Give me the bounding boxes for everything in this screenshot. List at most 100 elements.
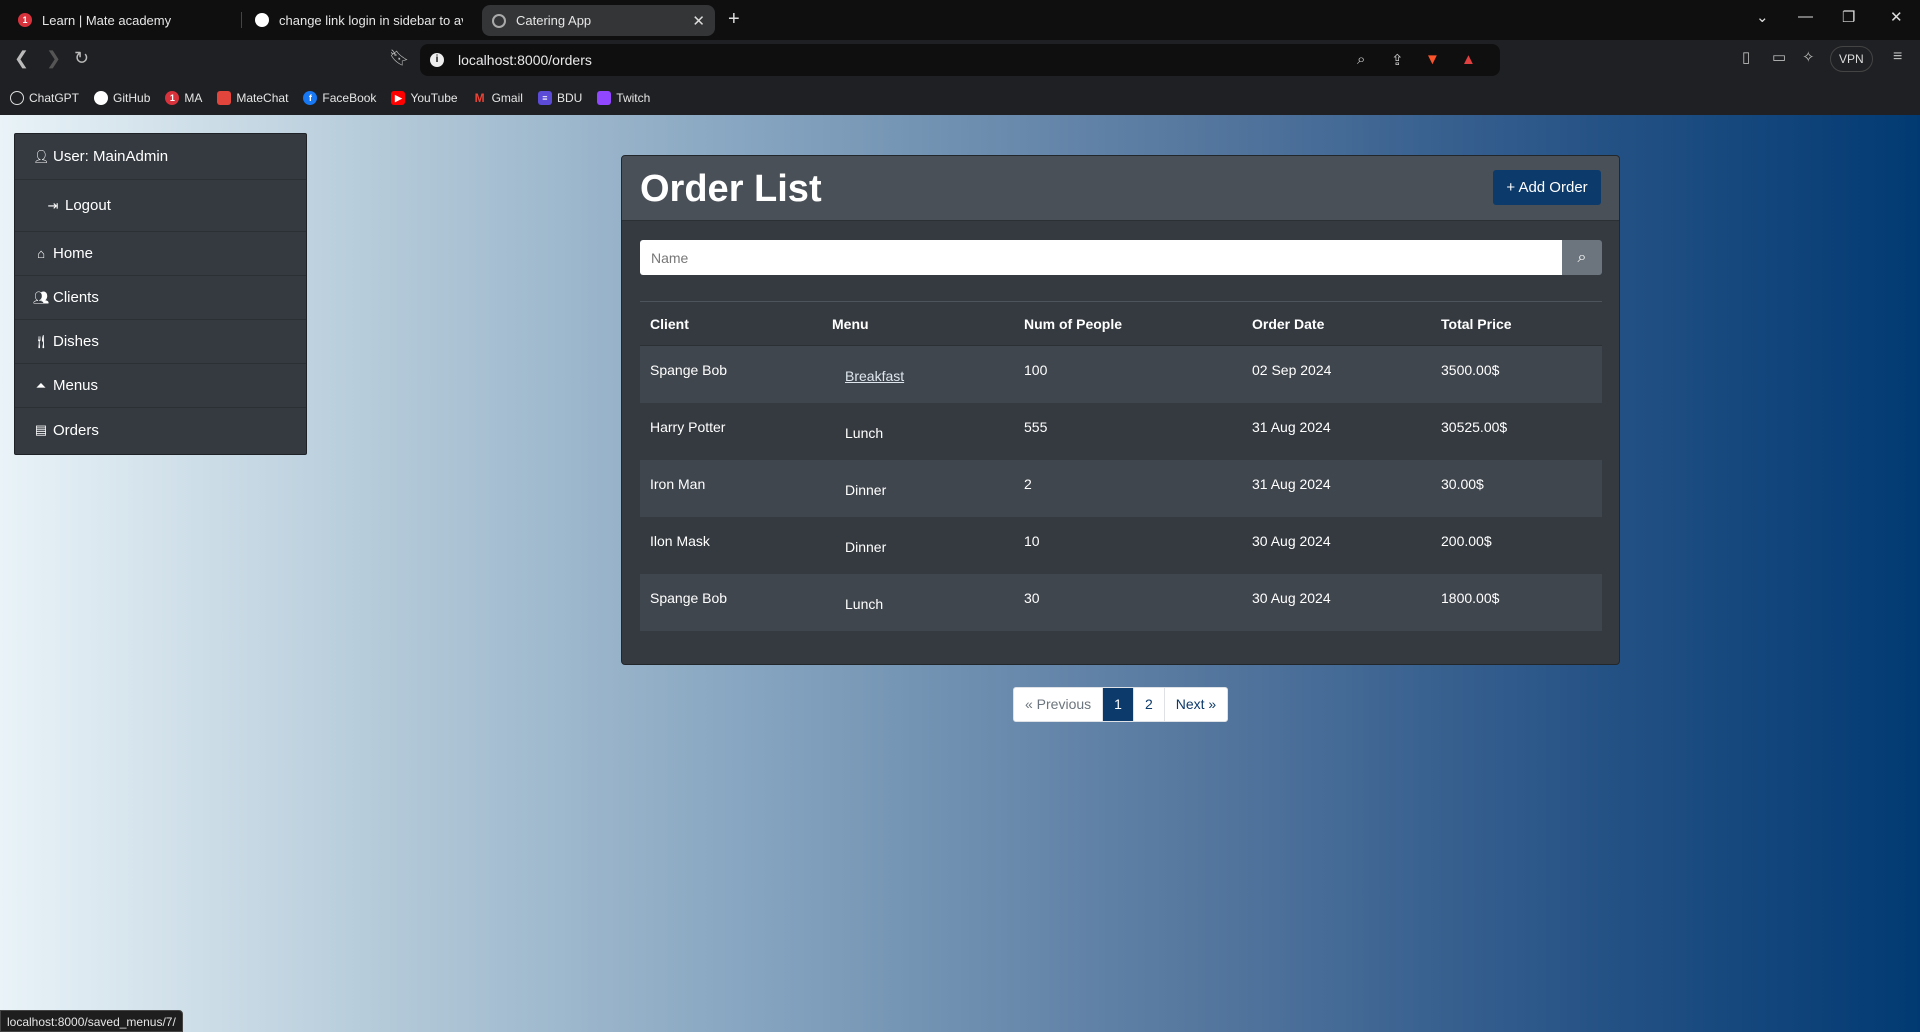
notification-badge-icon: 1 — [18, 13, 32, 27]
cell-people: 10 — [1024, 533, 1040, 549]
sidebar-item-orders[interactable]: ▤ Orders — [15, 408, 306, 452]
bdu-icon: ≡ — [537, 90, 552, 105]
site-info-icon[interactable]: i — [430, 53, 444, 67]
table-header-row: Client Menu Num of People Order Date Tot… — [640, 302, 1602, 346]
cell-price: 30.00$ — [1441, 476, 1484, 492]
sidebar-item-label: Dishes — [53, 333, 99, 350]
twitch-icon — [597, 90, 612, 105]
restore-button[interactable]: ❐ — [1842, 8, 1855, 26]
brave-shields-icon[interactable]: ▼ — [1425, 51, 1440, 68]
tab-github[interactable]: change link login in sidebar to avoid — [245, 4, 473, 36]
vpn-button[interactable]: VPN — [1830, 46, 1873, 72]
table-row: Iron Man Dinner 2 31 Aug 2024 30.00$ — [640, 460, 1602, 517]
cell-date: 30 Aug 2024 — [1252, 533, 1331, 549]
bookmark-youtube[interactable]: ▶ YouTube — [391, 90, 458, 105]
wallet-icon[interactable]: ▭ — [1772, 48, 1786, 66]
youtube-icon: ▶ — [391, 90, 406, 105]
tab-separator — [241, 12, 242, 28]
sidebar-item-label: Menus — [53, 377, 99, 394]
bookmark-label: ChatGPT — [29, 90, 80, 105]
sidebar-item-menus[interactable]: ⏶ Menus — [15, 364, 306, 408]
search-button[interactable]: ⌕ — [1562, 240, 1602, 275]
users-icon: 👥︎ — [33, 289, 50, 305]
pagination-page-1[interactable]: 1 — [1103, 688, 1134, 721]
bookmark-matechat[interactable]: MateChat — [217, 90, 288, 105]
cell-price: 30525.00$ — [1441, 419, 1508, 435]
bookmark-gmail[interactable]: M Gmail — [473, 91, 523, 105]
new-tab-button[interactable]: + — [728, 8, 740, 31]
cell-menu: Dinner — [845, 482, 887, 498]
cell-menu: Breakfast — [822, 346, 1014, 384]
sidebar-item-label: Home — [53, 245, 94, 262]
cell-menu: Lunch — [845, 425, 884, 441]
cell-client: Spange Bob — [650, 590, 728, 606]
status-bar-url: localhost:8000/saved_menus/7/ — [0, 1010, 183, 1032]
sidebar-item-logout[interactable]: ⇥ Logout — [15, 180, 306, 232]
close-window-button[interactable]: ✕ — [1890, 8, 1903, 26]
tab-mate-academy[interactable]: 1 Learn | Mate academy — [8, 4, 240, 36]
sidebar-item-home[interactable]: ⌂ Home — [15, 232, 306, 276]
tab-search-chevron-icon[interactable]: ⌄ — [1756, 8, 1769, 26]
cell-client: Spange Bob — [650, 362, 728, 378]
home-icon: ⌂ — [37, 246, 45, 261]
cell-price: 3500.00$ — [1441, 362, 1500, 378]
bookmark-bdu[interactable]: ≡ BDU — [537, 90, 582, 105]
page-title: Order List — [640, 168, 822, 210]
pagination-previous[interactable]: « Previous — [1014, 688, 1104, 721]
sidebar-item-dishes[interactable]: 🍴︎ Dishes — [15, 320, 306, 364]
table-row: Harry Potter Lunch 555 31 Aug 2024 30525… — [640, 403, 1602, 460]
pagination-page-2[interactable]: 2 — [1134, 688, 1165, 721]
bookmark-twitch[interactable]: Twitch — [597, 90, 651, 105]
globe-icon — [492, 13, 506, 28]
forward-button[interactable]: ❯ — [46, 48, 61, 69]
bookmark-label: FaceBook — [322, 90, 377, 105]
cell-menu: Lunch — [845, 596, 884, 612]
sidebar-item-label: Clients — [53, 289, 99, 306]
sidebar-toggle-icon[interactable]: ▯ — [1742, 48, 1750, 66]
cell-people: 100 — [1024, 362, 1048, 378]
sidebar-item-clients[interactable]: 👥︎ Clients — [15, 276, 306, 320]
back-button[interactable]: ❮ — [14, 48, 29, 69]
bookmark-github[interactable]: GitHub — [94, 90, 151, 105]
cell-client: Harry Potter — [650, 419, 726, 435]
search-form: ⌕ — [640, 240, 1602, 275]
tab-catering-app[interactable]: Catering App ✕ — [482, 5, 715, 36]
bookmarks-bar: ChatGPT GitHub 1 MA MateChat f FaceBook ▶ Y… — [0, 80, 1920, 115]
page-background: 👤︎ User: MainAdmin ⇥ Logout ⌂ Home 👥︎ Cl… — [0, 115, 1920, 1032]
sidebar: 👤︎ User: MainAdmin ⇥ Logout ⌂ Home 👥︎ Cl… — [14, 133, 307, 455]
column-header-client: Client — [650, 315, 689, 332]
table-row: Spange Bob Lunch 30 30 Aug 2024 1800.00$ — [640, 574, 1602, 631]
cell-price: 200.00$ — [1441, 533, 1492, 549]
brave-rewards-icon[interactable]: ▲ — [1461, 51, 1476, 68]
bookmark-facebook[interactable]: f FaceBook — [303, 90, 377, 105]
cell-date: 31 Aug 2024 — [1252, 419, 1331, 435]
order-list-card: Order List + Add Order ⌕ Client Menu Num… — [621, 155, 1620, 665]
chatgpt-icon — [10, 90, 24, 105]
menu-link[interactable]: Breakfast — [845, 368, 904, 384]
menu-icon[interactable]: ≡ — [1893, 48, 1902, 66]
browser-tab-bar: 1 Learn | Mate academy change link login… — [0, 0, 1920, 40]
github-icon — [255, 13, 269, 27]
reload-button[interactable]: ↻ — [74, 48, 89, 69]
plus-icon: + — [1506, 179, 1516, 196]
bookmark-label: Twitch — [616, 90, 651, 105]
bookmark-icon[interactable]: 🔖︎ — [389, 48, 409, 68]
pagination-next[interactable]: Next » — [1165, 688, 1227, 721]
facebook-icon: f — [303, 90, 318, 105]
leo-ai-icon[interactable]: ✧ — [1802, 48, 1815, 66]
bookmark-label: GitHub — [113, 90, 151, 105]
add-order-button[interactable]: + Add Order — [1493, 170, 1601, 205]
cell-date: 30 Aug 2024 — [1252, 590, 1331, 606]
address-bar[interactable]: i localhost:8000/orders ⌕ ⇪ ▼ ▲ — [420, 44, 1500, 76]
bookmark-ma[interactable]: 1 MA — [165, 90, 202, 105]
share-icon[interactable]: ⇪ — [1391, 51, 1404, 69]
sidebar-item-label: Logout — [65, 197, 111, 214]
cell-client: Ilon Mask — [650, 533, 710, 549]
bookmark-chatgpt[interactable]: ChatGPT — [10, 90, 80, 105]
close-tab-icon[interactable]: ✕ — [692, 12, 705, 30]
mate-academy-icon: 1 — [165, 90, 180, 105]
minimize-button[interactable]: — — [1798, 8, 1813, 25]
column-header-price: Total Price — [1441, 315, 1512, 332]
zoom-icon[interactable]: ⌕ — [1357, 51, 1365, 68]
search-input[interactable] — [640, 240, 1562, 275]
